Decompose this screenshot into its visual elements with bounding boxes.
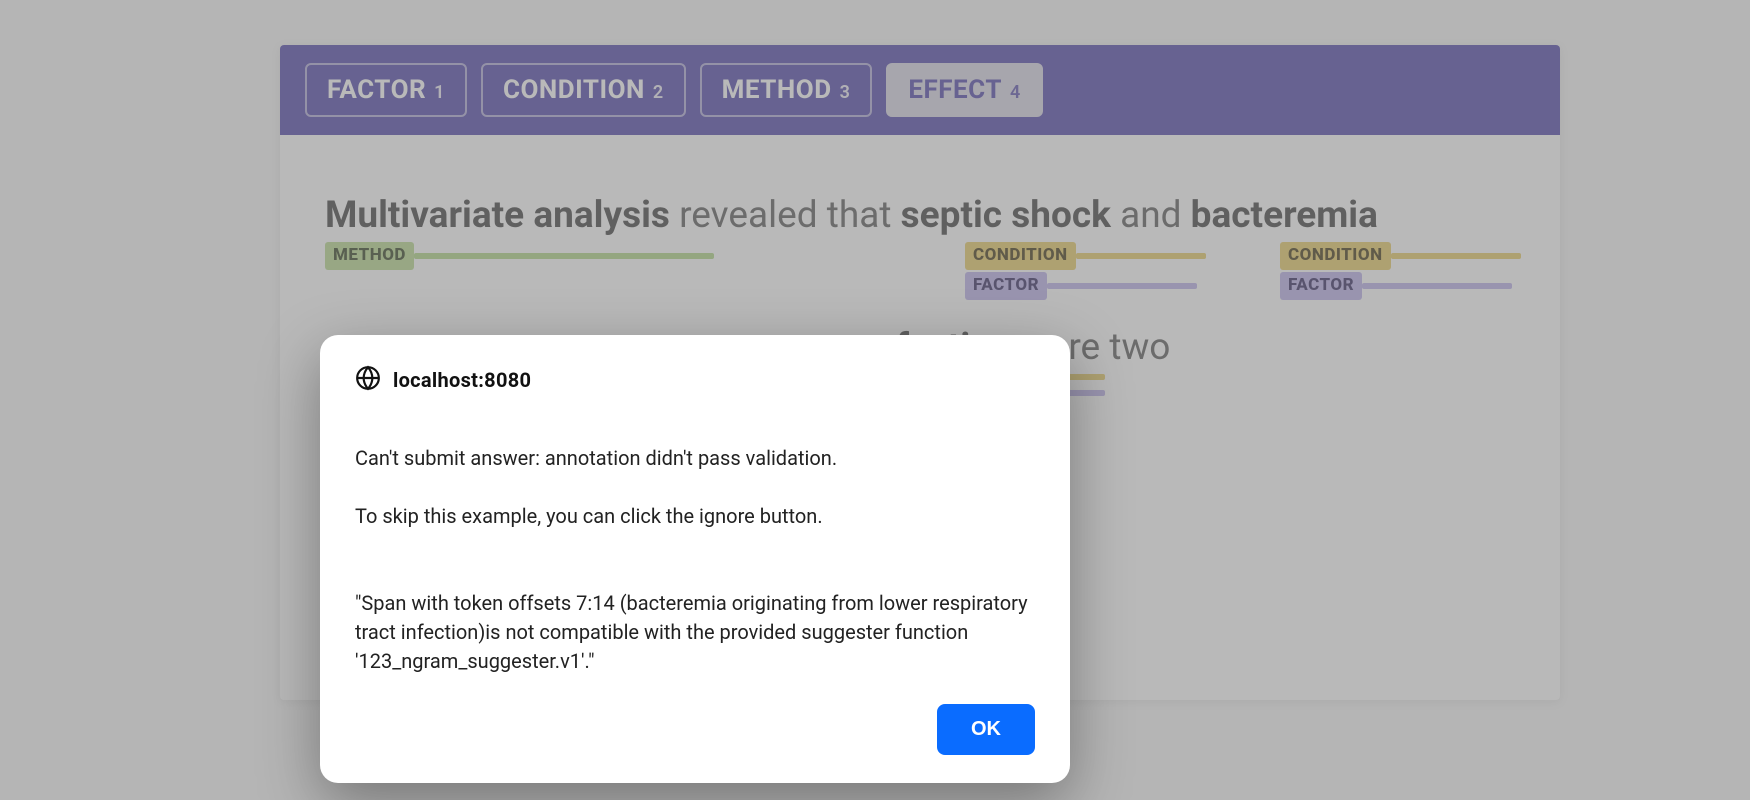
globe-icon <box>355 365 381 395</box>
dialog-host: localhost:8080 <box>393 368 531 392</box>
dialog-header: localhost:8080 <box>355 365 1035 395</box>
dialog-message: Can't submit answer: annotation didn't p… <box>355 415 1035 676</box>
dialog-footer: OK <box>355 704 1035 755</box>
alert-dialog: localhost:8080 Can't submit answer: anno… <box>320 335 1070 783</box>
ok-button[interactable]: OK <box>937 704 1035 755</box>
